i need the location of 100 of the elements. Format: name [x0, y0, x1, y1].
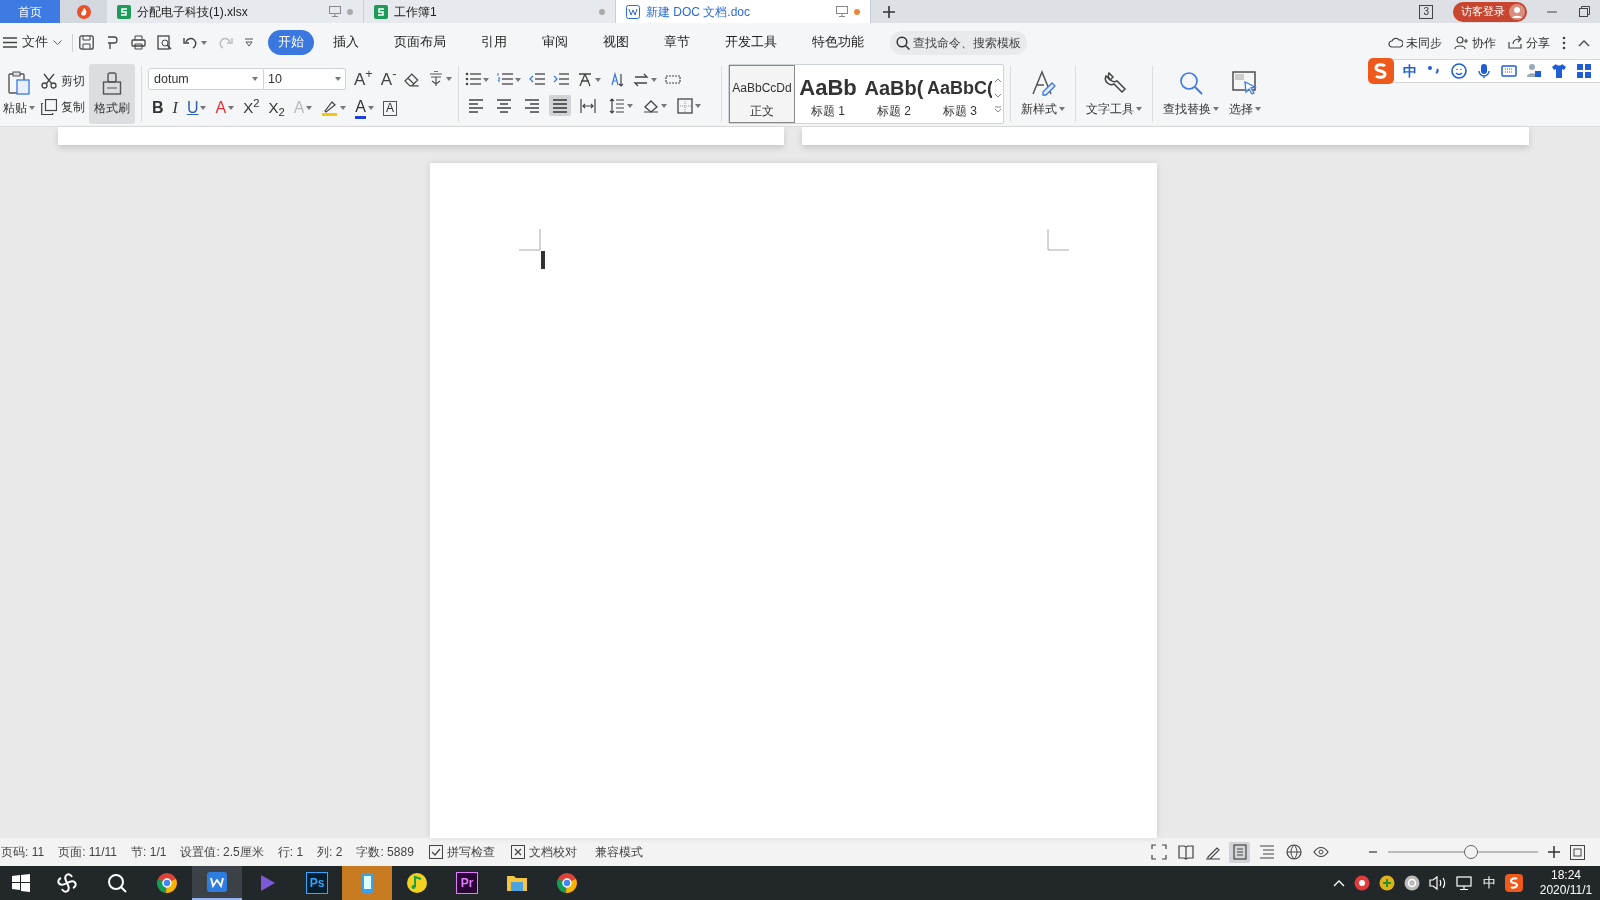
toolbar-link[interactable]: 分享 [1508, 33, 1550, 52]
zoom-slider-track[interactable] [1388, 845, 1538, 859]
underline-button[interactable]: U [186, 96, 199, 120]
speaker-icon[interactable] [1429, 875, 1447, 891]
command-search-field[interactable]: 查找命令、搜索模板 [890, 30, 1027, 55]
monitor-icon[interactable] [329, 6, 341, 17]
undo-icon[interactable] [183, 35, 198, 50]
clock[interactable]: 18:24 2020/11/1 [1532, 868, 1596, 898]
grid-icon[interactable] [1576, 63, 1592, 79]
document-tab[interactable]: 工作簿1 [364, 0, 616, 23]
align-justify-button[interactable] [549, 95, 571, 116]
plus-badge-icon[interactable] [1379, 875, 1395, 891]
font-color-button[interactable]: A [355, 97, 367, 119]
italic-button[interactable]: I [172, 96, 178, 120]
print-preview-icon[interactable] [157, 35, 172, 50]
ribbon-tab[interactable]: 视图 [593, 30, 639, 55]
text-direction-icon[interactable] [633, 72, 649, 87]
status-button[interactable]: 兼容模式 [584, 843, 653, 861]
script-button[interactable]: X$_{2}$ [268, 96, 285, 120]
decrease-indent-icon[interactable] [529, 72, 545, 87]
caret-icon [200, 106, 207, 110]
style-option[interactable]: AaBb( 标题 2 [861, 65, 927, 123]
zoom-in-icon[interactable] [1548, 846, 1560, 858]
home-tab[interactable]: 首页 [0, 0, 60, 23]
pinwheel-icon [56, 872, 78, 894]
save-icon[interactable] [79, 35, 94, 50]
input-language-indicator[interactable]: 中 [1483, 873, 1496, 893]
bold-button[interactable]: B [152, 96, 164, 120]
character-border-button[interactable]: A [383, 100, 398, 116]
person-icon[interactable] [1526, 63, 1542, 79]
keyboard-icon[interactable] [1501, 63, 1517, 79]
style-option[interactable]: AaBbCcDd 正文 [729, 65, 795, 123]
ribbon-tool-button[interactable]: 选择 [1225, 62, 1265, 126]
highlighter-icon[interactable] [321, 99, 339, 117]
sogou-logo-icon[interactable] [1505, 874, 1523, 892]
copy-button[interactable]: 复制 [41, 98, 85, 116]
caret-icon [695, 103, 701, 108]
status-button[interactable]: 拼写检查 [420, 843, 503, 861]
ribbon-tool-button[interactable]: 新样式 [1017, 62, 1069, 126]
format-painter-button[interactable]: 格式刷 [89, 64, 135, 124]
plus-icon[interactable] [883, 5, 895, 18]
taskbar-app-button[interactable]: Pr [442, 866, 492, 900]
document-file-icon [626, 4, 640, 19]
fit-window-icon[interactable] [1570, 844, 1585, 860]
ribbon-tab[interactable]: 章节 [654, 30, 700, 55]
circle-badge-icon[interactable] [1404, 875, 1420, 891]
shrink-font-button[interactable]: A$^{-}$ [380, 70, 397, 88]
collapse-icon[interactable] [1578, 38, 1590, 47]
increase-indent-icon[interactable] [553, 72, 569, 87]
numbered-list-icon[interactable] [497, 72, 513, 87]
record-icon[interactable] [1354, 875, 1370, 891]
ribbon-tab[interactable]: 特色功能 [802, 30, 874, 55]
eraser-icon[interactable] [404, 71, 420, 87]
bullet-list-icon[interactable] [465, 72, 481, 87]
network-icon[interactable] [1456, 875, 1474, 891]
ribbon-tool-button[interactable]: 文字工具 [1082, 62, 1146, 126]
microphone-icon[interactable] [1476, 63, 1492, 79]
taskbar-app-button[interactable] [192, 866, 242, 900]
borders-icon[interactable] [677, 97, 693, 114]
more-icon[interactable] [1562, 35, 1566, 50]
view-web-button[interactable] [1283, 841, 1304, 863]
ribbon-tab[interactable]: 审阅 [532, 30, 578, 55]
window-count-badge[interactable]: 3 [1419, 4, 1433, 19]
style-option[interactable]: AaBb 标题 1 [795, 65, 861, 123]
strikethrough-button[interactable]: A [215, 96, 227, 120]
ribbon-tab[interactable]: 插入 [323, 30, 369, 55]
shirt-icon[interactable] [1551, 63, 1567, 79]
document-tab[interactable]: 新建 DOC 文档.doc [616, 0, 871, 23]
customize-icon[interactable] [244, 37, 254, 48]
line-spacing-icon[interactable] [609, 97, 625, 114]
paste-button[interactable]: 粘贴 [1, 62, 37, 126]
document-tab[interactable]: 分配电子科技(1).xlsx [107, 0, 364, 23]
cut-button[interactable]: 剪切 [41, 72, 85, 90]
restore-icon[interactable] [1579, 6, 1590, 17]
chevron-up-icon[interactable] [1333, 879, 1345, 887]
font-name-dropdown[interactable]: dotum [148, 68, 264, 90]
toolbar-link[interactable]: 未同步 [1388, 33, 1442, 52]
view-fullscreen-button[interactable] [1148, 841, 1169, 863]
login-button[interactable]: 访客登录 [1453, 1, 1527, 22]
grow-font-button[interactable]: A$^{+}$ [354, 70, 373, 88]
emoji-icon[interactable] [1451, 63, 1467, 79]
ribbon-tool-button[interactable]: 查找替换 [1159, 62, 1223, 126]
ribbon-tab[interactable]: 引用 [471, 30, 517, 55]
taskbar-app-button[interactable]: Ps [292, 866, 342, 900]
status-button[interactable]: 文档校对 [502, 843, 585, 861]
monitor-icon[interactable] [836, 6, 848, 17]
sort-icon[interactable] [609, 72, 625, 87]
script-button[interactable]: X$^{2}$ [243, 96, 260, 120]
windows-logo-icon[interactable] [12, 874, 30, 892]
zoom-slider-thumb[interactable] [1463, 845, 1478, 859]
ribbon-tab[interactable]: 开发工具 [715, 30, 787, 55]
font-size-dropdown[interactable]: 10 [264, 68, 346, 90]
input-mode-label[interactable]: 中 [1403, 60, 1417, 82]
view-page-button[interactable] [1229, 841, 1250, 863]
toolbar-link[interactable]: 协作 [1454, 33, 1496, 52]
logo-tab[interactable] [60, 0, 107, 23]
file-menu-button[interactable]: 文件 [0, 33, 66, 52]
print-icon[interactable] [131, 35, 146, 50]
ribbon-tab[interactable]: 页面布局 [384, 30, 456, 55]
ribbon-tab[interactable]: 开始 [268, 30, 314, 55]
